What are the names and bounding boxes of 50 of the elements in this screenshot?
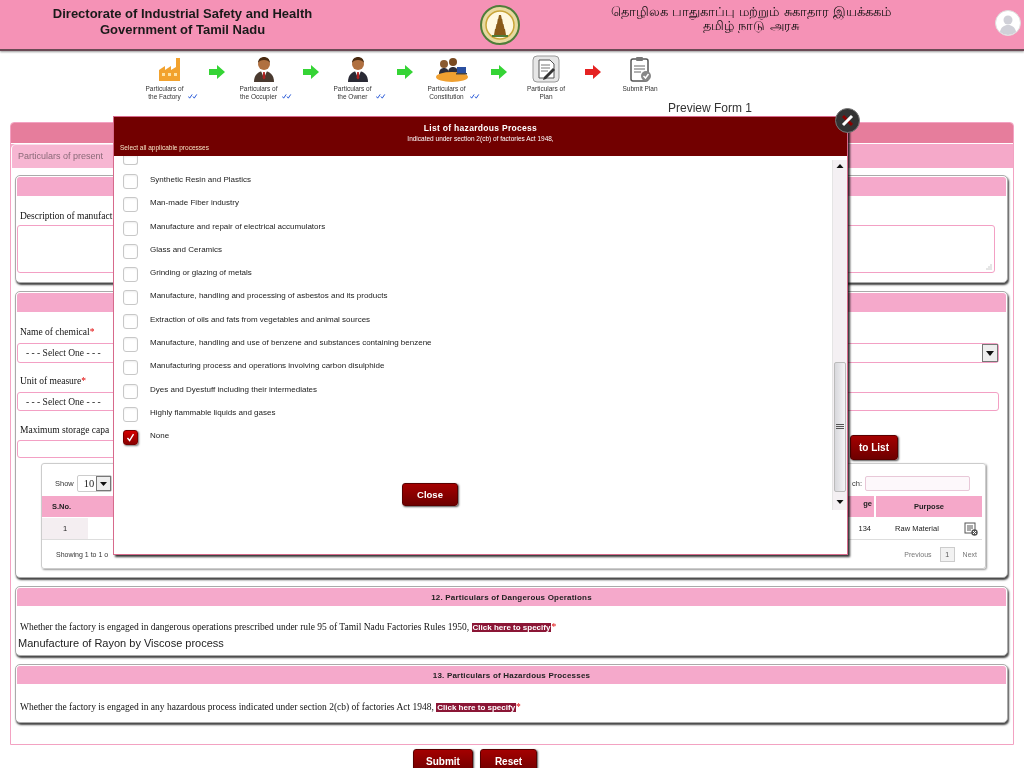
organization-name: Government of Tamil Nadu: [98, 22, 267, 38]
close-button[interactable]: Close: [402, 482, 458, 506]
option-label[interactable]: Manufacture, handling and processing of asbestos and its products: [150, 290, 388, 303]
field-label: Unit of measure: [20, 376, 82, 386]
question-text: Whether the factory is engaged in dangerous operations prescribed under rule 95 of Tamil Nadu Factories Rules 1950, Click here to specify: [20, 622, 552, 632]
list-delete-icon[interactable]: [964, 521, 978, 536]
organization-name: Directorate of Industrial Safety and Health: [51, 6, 314, 22]
required-mark: *: [81, 376, 86, 386]
required-mark: *: [516, 702, 521, 712]
option-label[interactable]: Glass and Ceramics: [150, 243, 223, 256]
option-label[interactable]: Dyes and Dyestuff including their intermediates: [150, 383, 318, 396]
add-to-list-button[interactable]: to List: [850, 435, 898, 460]
scrollbar-track[interactable]: [832, 160, 847, 510]
option-label[interactable]: Synthetic Resin and Plastics: [150, 174, 251, 186]
field-label: Maximum storage capa: [20, 425, 110, 435]
option-label[interactable]: Extraction of oils and fats from vegetables and animal sources: [150, 313, 371, 326]
document-pen-icon[interactable]: [532, 55, 560, 83]
answer-text: Manufacture of Rayon by Viscose process: [18, 637, 224, 649]
question-text: Whether the factory is engaged in any hazardous process indicated under section 2(cb) of factories Act 1948, Click here to specify: [20, 702, 517, 712]
option-label[interactable]: Manufacture and repair of electrical accumulators: [150, 220, 326, 233]
dialog-title: List of hazardous Process: [423, 123, 538, 133]
resize-grip-icon: [986, 264, 992, 270]
field-label: Description of manufact: [20, 211, 113, 221]
option-label[interactable]: Highly flammable liquids and gases: [150, 406, 276, 419]
meeting-table-icon[interactable]: [434, 55, 470, 83]
submit-button[interactable]: Submit: [413, 749, 473, 768]
option-label[interactable]: Manufacturing process and operations involving carbon disulphide: [150, 360, 385, 373]
avatar-icon[interactable]: [995, 10, 1021, 36]
option-label[interactable]: None: [150, 430, 170, 443]
checkbox[interactable]: [123, 430, 138, 446]
page-length-select[interactable]: 10: [76, 474, 112, 492]
specify-link[interactable]: Click here to specify: [471, 623, 552, 632]
search-field[interactable]: [865, 475, 970, 491]
preview-title: Preview Form 1: [668, 101, 753, 115]
option-label[interactable]: Man-made Fiber industry: [150, 197, 239, 210]
required-mark: *: [89, 327, 95, 337]
field-label: Name of chemical: [20, 327, 90, 337]
section-title: 13. Particulars of Hazardous Processes: [432, 670, 591, 680]
reset-button[interactable]: Reset: [480, 749, 537, 768]
option-label[interactable]: Grinding or glazing of metals: [150, 267, 252, 280]
option-label[interactable]: Manufacture, handling and use of benzene and substances containing benzene: [150, 337, 432, 350]
organization-name-tamil: தொழிலக பாதுகாப்பு மற்றும் சுகாதார இயக்ககம்: [610, 5, 892, 19]
section-title: 12. Particulars of Dangerous Operations: [431, 592, 592, 602]
required-mark: *: [551, 622, 557, 632]
close-icon[interactable]: [835, 108, 860, 133]
grip-lines-icon: [836, 424, 844, 430]
organization-name-tamil: தமிழ் நாடு அரசு: [703, 19, 799, 33]
scrollbar-thumb[interactable]: [834, 362, 846, 492]
temple-emblem-icon: [480, 5, 520, 45]
specify-link[interactable]: Click here to specify: [436, 703, 517, 712]
